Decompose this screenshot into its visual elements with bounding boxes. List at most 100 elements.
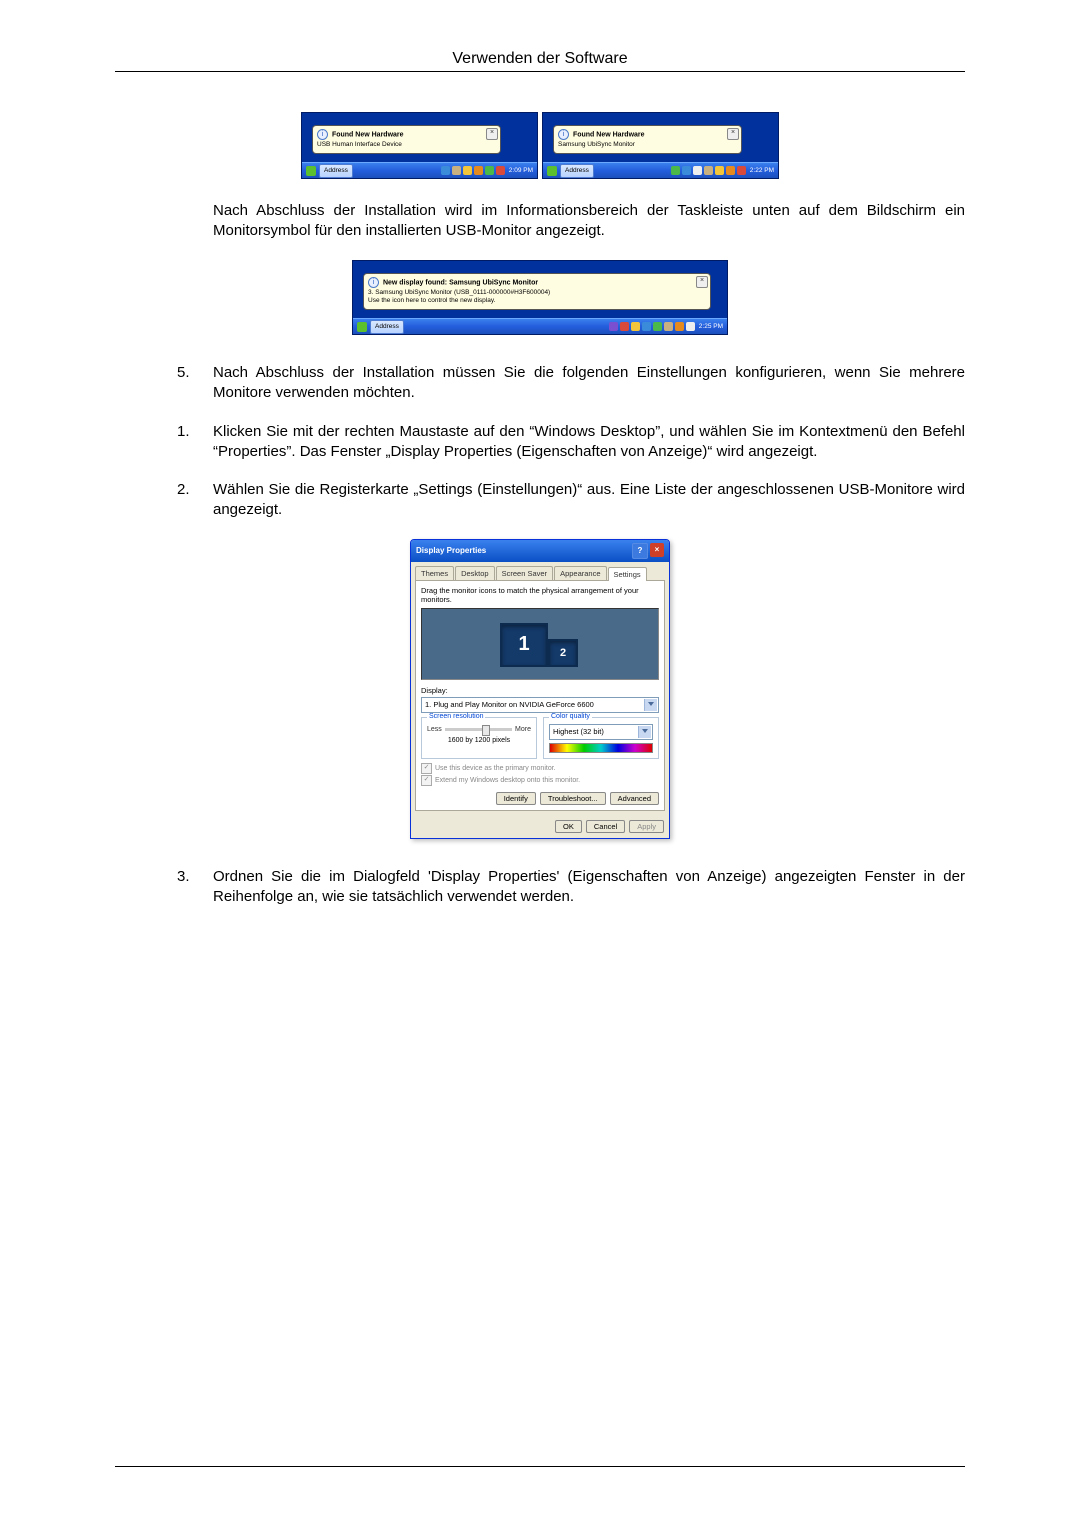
address-toolbar[interactable]: Address [319, 164, 353, 178]
checkbox-label: Extend my Windows desktop onto this moni… [435, 777, 580, 784]
address-toolbar[interactable]: Address [370, 320, 404, 334]
color-quality-group: Color quality Highest (32 bit) [543, 717, 659, 759]
start-button-icon[interactable] [306, 166, 316, 176]
tray-icon[interactable] [671, 166, 680, 175]
taskbar-clock: 2:22 PM [750, 167, 774, 175]
list-item: 2. Wählen Sie die Registerkarte „Setting… [115, 480, 965, 521]
taskbar-clock: 2:25 PM [699, 323, 723, 331]
list-text: Ordnen Sie die im Dialogfeld 'Display Pr… [213, 867, 965, 908]
display-properties-dialog: Display Properties ? × Themes Desktop Sc… [410, 539, 670, 839]
address-toolbar[interactable]: Address [560, 164, 594, 178]
tray-icon[interactable] [664, 322, 673, 331]
document-page: Verwenden der Software × i Found New Har… [0, 0, 1080, 1527]
page-header-rule: Verwenden der Software [115, 50, 965, 72]
info-icon: i [368, 277, 379, 288]
list-text: Wählen Sie die Registerkarte „Settings (… [213, 480, 965, 521]
tray-icon[interactable] [737, 166, 746, 175]
instruction-list-continued: 3. Ordnen Sie die im Dialogfeld 'Display… [115, 867, 965, 908]
close-icon[interactable]: × [696, 276, 708, 288]
color-quality-dropdown[interactable]: Highest (32 bit) [549, 724, 653, 740]
list-text: Klicken Sie mit der rechten Maustaste au… [213, 422, 965, 463]
list-number: 5. [115, 363, 213, 404]
tray-icon[interactable] [620, 322, 629, 331]
group-title: Color quality [549, 713, 592, 720]
display-dropdown-value: 1. Plug and Play Monitor on NVIDIA GeFor… [425, 700, 594, 709]
tray-icon[interactable] [474, 166, 483, 175]
list-number: 3. [115, 867, 213, 908]
screenshot-right: × i Found New Hardware Samsung UbiSync M… [542, 112, 779, 179]
close-icon[interactable]: × [727, 128, 739, 140]
list-text: Nach Abschluss der Installation müssen S… [213, 363, 965, 404]
balloon-title: Found New Hardware [332, 131, 404, 138]
troubleshoot-button[interactable]: Troubleshoot... [540, 792, 606, 805]
info-icon: i [558, 129, 569, 140]
ok-button[interactable]: OK [555, 820, 582, 833]
tab-settings-page: Drag the monitor icons to match the phys… [415, 580, 665, 811]
tab-appearance[interactable]: Appearance [554, 566, 606, 580]
tray-icon[interactable] [441, 166, 450, 175]
tab-settings[interactable]: Settings [608, 567, 647, 581]
instruction-list: 5. Nach Abschluss der Installation müsse… [115, 363, 965, 521]
page-footer-rule [115, 1466, 965, 1467]
checkbox-primary-monitor[interactable]: ✓ [421, 763, 432, 774]
display-dropdown[interactable]: 1. Plug and Play Monitor on NVIDIA GeFor… [421, 697, 659, 713]
balloon-title: Found New Hardware [573, 131, 645, 138]
checkbox-label: Use this device as the primary monitor. [435, 765, 556, 772]
tab-themes[interactable]: Themes [415, 566, 454, 580]
screen-resolution-group: Screen resolution Less More 1600 by 1200… [421, 717, 537, 759]
close-icon[interactable]: × [486, 128, 498, 140]
tray-icon[interactable] [686, 322, 695, 331]
tray-icon[interactable] [631, 322, 640, 331]
tray-icon[interactable] [485, 166, 494, 175]
taskbar-clock: 2:09 PM [509, 167, 533, 175]
tray-icon[interactable] [693, 166, 702, 175]
tray-icon[interactable] [642, 322, 651, 331]
slider-max-label: More [515, 726, 531, 733]
start-button-icon[interactable] [547, 166, 557, 176]
tab-desktop[interactable]: Desktop [455, 566, 495, 580]
start-button-icon[interactable] [357, 322, 367, 332]
figure-found-new-hardware: × i Found New Hardware USB Human Interfa… [301, 112, 779, 179]
identify-button[interactable]: Identify [496, 792, 536, 805]
page-header-title: Verwenden der Software [115, 50, 965, 68]
close-button-icon[interactable]: × [650, 543, 664, 557]
tray-icon[interactable] [675, 322, 684, 331]
monitor-icon-1[interactable]: 1 [500, 623, 548, 667]
tray-icon[interactable] [704, 166, 713, 175]
balloon-line: Use the icon here to control the new dis… [368, 297, 706, 305]
monitor-icon-2[interactable]: 2 [548, 639, 578, 667]
tray-icons [609, 322, 695, 331]
cancel-button[interactable]: Cancel [586, 820, 625, 833]
tray-icon[interactable] [682, 166, 691, 175]
help-button-icon[interactable]: ? [632, 543, 648, 559]
tray-icon[interactable] [452, 166, 461, 175]
tray-icon[interactable] [496, 166, 505, 175]
color-quality-value: Highest (32 bit) [553, 727, 604, 736]
list-item: 5. Nach Abschluss der Installation müsse… [115, 363, 965, 404]
dialog-titlebar[interactable]: Display Properties ? × [411, 540, 669, 562]
screenshot-left: × i Found New Hardware USB Human Interfa… [301, 112, 538, 179]
checkbox-extend-desktop[interactable]: ✓ [421, 775, 432, 786]
checkbox-row: ✓ Extend my Windows desktop onto this mo… [421, 775, 659, 786]
balloon-line: 3. Samsung UbiSync Monitor (USB_0111-000… [368, 289, 706, 297]
dialog-title: Display Properties [416, 546, 486, 555]
monitor-arrangement-area[interactable]: 1 2 [421, 608, 659, 680]
advanced-button[interactable]: Advanced [610, 792, 659, 805]
tray-icon[interactable] [726, 166, 735, 175]
dialog-tabs: Themes Desktop Screen Saver Appearance S… [411, 562, 669, 580]
body-paragraph: Nach Abschluss der Installation wird im … [213, 201, 965, 242]
slider-min-label: Less [427, 726, 442, 733]
tab-screen-saver[interactable]: Screen Saver [496, 566, 553, 580]
apply-button[interactable]: Apply [629, 820, 664, 833]
tray-icon[interactable] [609, 322, 618, 331]
slider-thumb-icon[interactable] [482, 725, 490, 736]
resolution-readout: 1600 by 1200 pixels [427, 737, 531, 744]
chevron-down-icon [642, 729, 648, 733]
tray-icon[interactable] [715, 166, 724, 175]
tray-icon[interactable] [653, 322, 662, 331]
tray-icon[interactable] [463, 166, 472, 175]
resolution-slider[interactable] [445, 728, 512, 731]
chevron-down-icon [648, 702, 654, 706]
tray-icons [671, 166, 746, 175]
display-label: Display: [421, 686, 659, 695]
